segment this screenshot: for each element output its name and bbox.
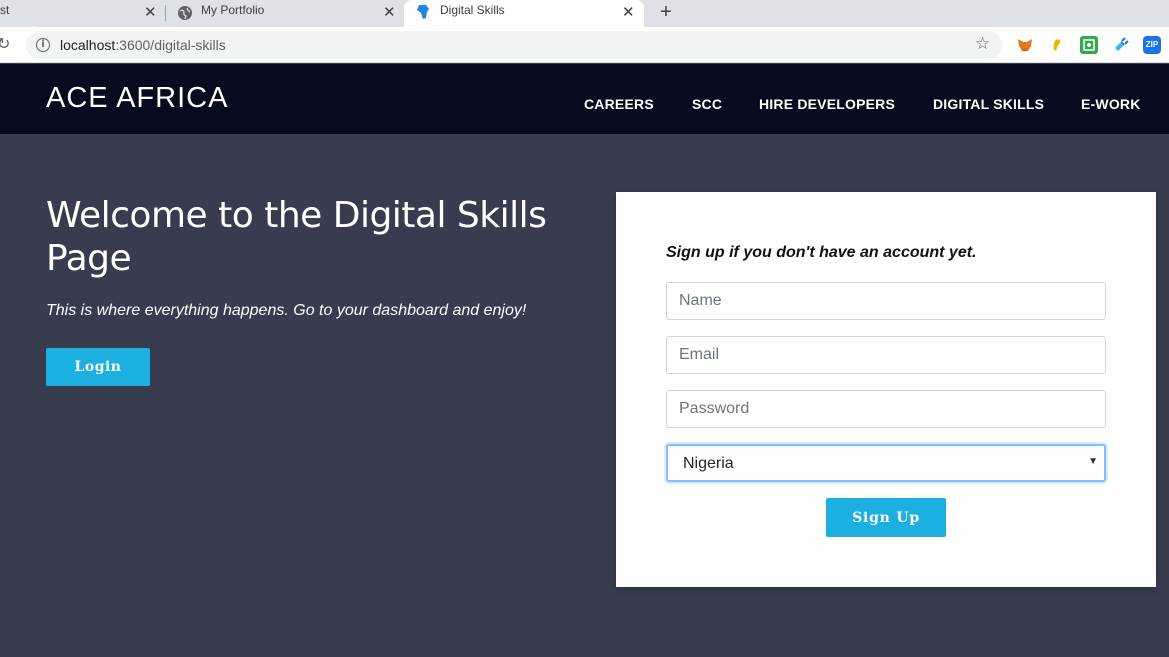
browser-tab[interactable]: My Portfolio ✕: [166, 0, 404, 27]
signup-heading: Sign up if you don't have an account yet…: [666, 244, 977, 261]
tab-close-icon[interactable]: ✕: [622, 3, 635, 21]
password-field[interactable]: [666, 390, 1106, 428]
screenshot-icon[interactable]: [1080, 36, 1098, 54]
zip-icon[interactable]: ZIP: [1143, 36, 1161, 54]
nav-link-digital-skills[interactable]: DIGITAL SKILLS: [933, 96, 1044, 112]
browser-toolbar: ↻ i localhost:3600/digital-skills ☆ ZIP: [0, 27, 1169, 63]
nav-link-careers[interactable]: CAREERS: [584, 96, 654, 112]
url-host: localhost: [60, 37, 116, 53]
info-icon[interactable]: i: [36, 38, 50, 52]
address-bar[interactable]: i localhost:3600/digital-skills ☆: [26, 31, 1002, 59]
tab-close-icon[interactable]: ✕: [383, 3, 396, 21]
africa-favicon-icon: [417, 5, 429, 19]
metamask-icon[interactable]: [1016, 36, 1034, 54]
browser-tab[interactable]: st ✕: [0, 0, 165, 27]
nav-link-hire-developers[interactable]: HIRE DEVELOPERS: [759, 96, 895, 112]
page-title: Welcome to the Digital Skills Page: [46, 195, 547, 279]
browser-tab-bar: st ✕ My Portfolio ✕ Digital Skills ✕ +: [0, 0, 1169, 27]
signup-card: Sign up if you don't have an account yet…: [616, 192, 1156, 587]
name-field[interactable]: [666, 282, 1106, 320]
nav-link-scc[interactable]: SCC: [692, 96, 722, 112]
country-select[interactable]: Nigeria ▼: [666, 444, 1106, 482]
ear-icon[interactable]: [1048, 36, 1066, 54]
reload-icon[interactable]: ↻: [0, 34, 10, 54]
zip-label: ZIP: [1145, 40, 1159, 49]
tab-close-icon[interactable]: ✕: [144, 3, 157, 21]
bookmark-star-icon[interactable]: ☆: [975, 34, 990, 54]
tab-title: Digital Skills: [440, 3, 505, 17]
country-select-value: Nigeria: [683, 455, 734, 472]
page-subtitle: This is where everything happens. Go to …: [46, 302, 527, 319]
new-tab-button[interactable]: +: [656, 0, 676, 27]
url-text: localhost:3600/digital-skills: [60, 37, 226, 53]
tab-title: My Portfolio: [201, 3, 265, 17]
site-header: ACE AFRICA CAREERS SCC HIRE DEVELOPERS D…: [0, 64, 1169, 134]
nav-link-e-work[interactable]: E-WORK: [1081, 96, 1141, 112]
globe-icon: [178, 6, 192, 20]
plug-icon[interactable]: [1112, 36, 1130, 54]
site-logo[interactable]: ACE AFRICA: [46, 82, 228, 115]
url-path: :3600/digital-skills: [115, 37, 226, 53]
email-field[interactable]: [666, 336, 1106, 374]
login-button[interactable]: Login: [46, 348, 150, 386]
tab-title: st: [0, 3, 10, 17]
browser-tab-active[interactable]: Digital Skills ✕: [404, 0, 644, 27]
chevron-down-icon: ▼: [1088, 456, 1098, 467]
signup-button[interactable]: Sign Up: [826, 498, 946, 537]
